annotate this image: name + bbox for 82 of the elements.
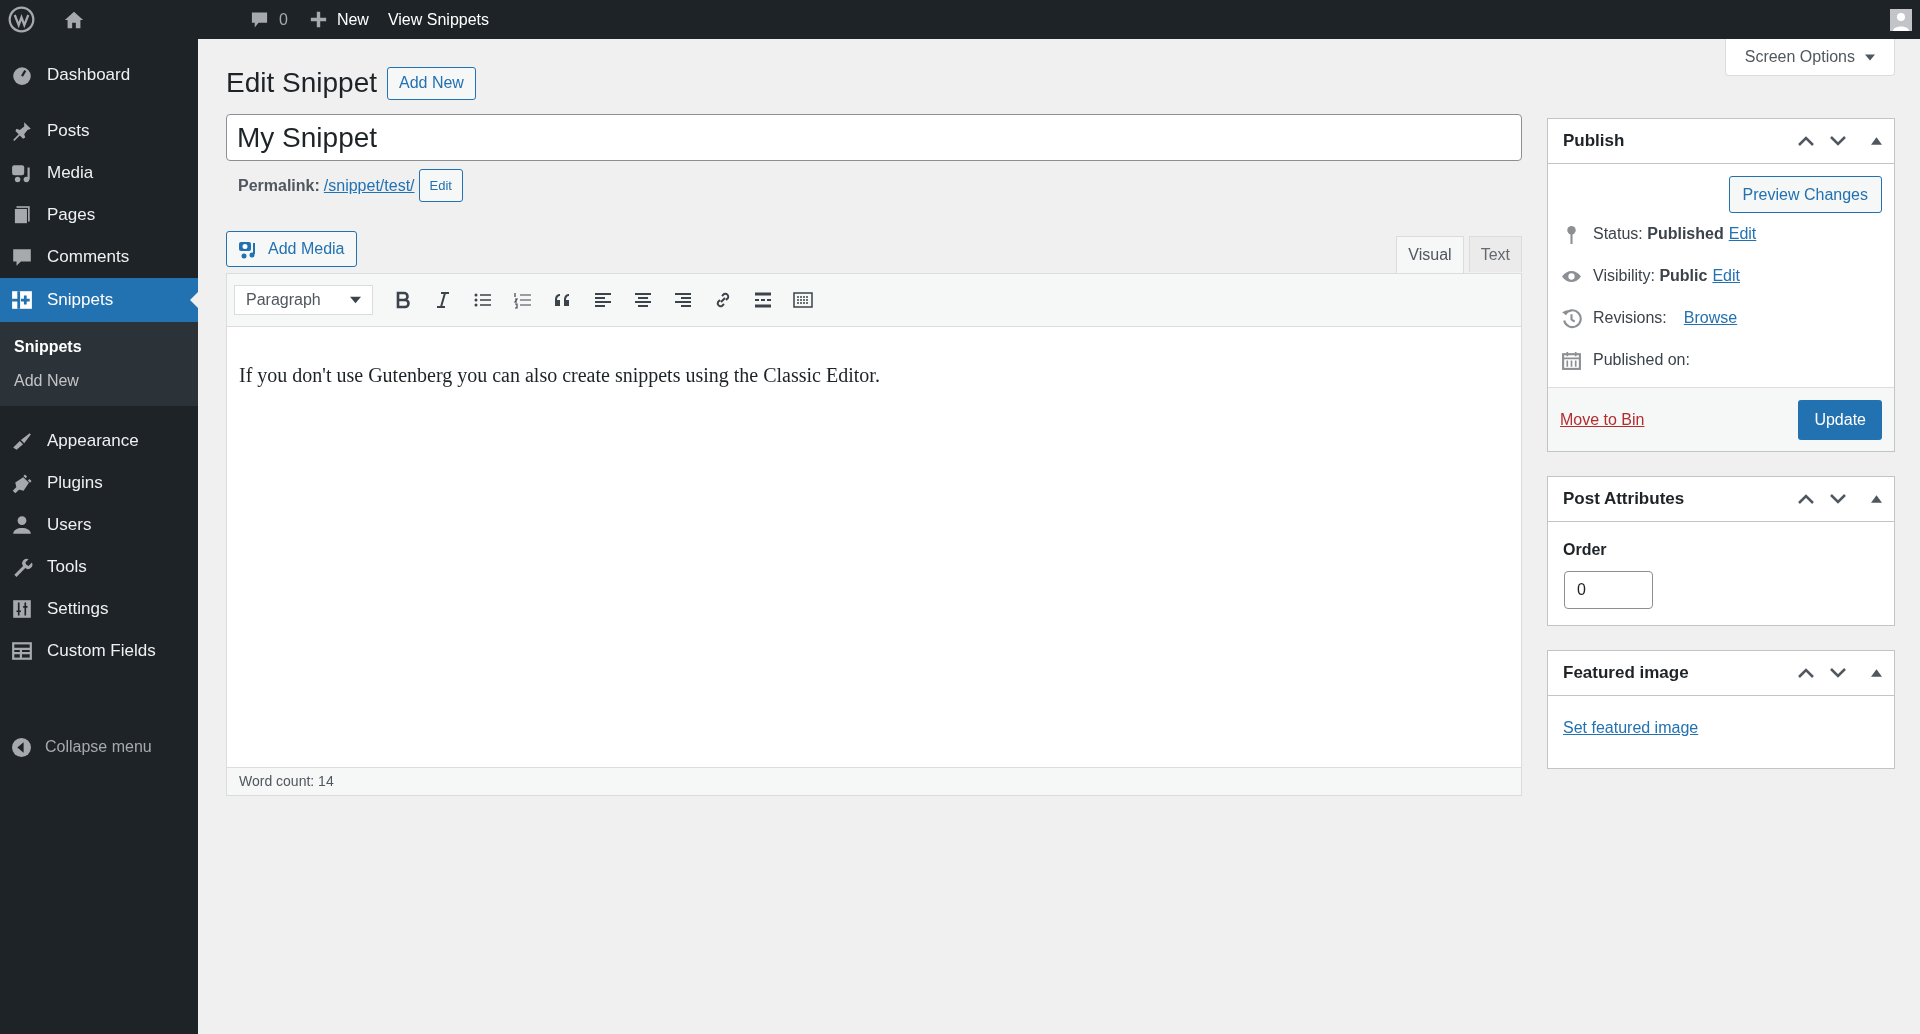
collapse-triangle-icon[interactable] <box>1871 137 1882 145</box>
sidebar-item[interactable]: Comments <box>0 236 198 278</box>
status-text: Status: Published <box>1593 224 1724 244</box>
metabox-title: Post Attributes <box>1563 488 1685 511</box>
status-text: Visibility: Public <box>1593 266 1708 286</box>
chevron-down-icon[interactable] <box>1829 135 1847 147</box>
speech-bubble-icon <box>11 246 33 268</box>
pages-icon <box>11 204 33 226</box>
numbered-list-icon <box>513 290 533 310</box>
sidebar-item[interactable]: Posts <box>0 110 198 152</box>
collapse-menu-button[interactable]: Collapse menu <box>0 730 198 764</box>
submenu-item[interactable]: Snippets <box>0 330 198 364</box>
collapse-triangle-icon[interactable] <box>1871 495 1882 503</box>
word-count: Word count: 14 <box>239 772 334 791</box>
align-center-icon <box>633 290 653 310</box>
chevron-up-icon[interactable] <box>1797 493 1815 505</box>
keyboard-icon <box>793 290 813 310</box>
permalink-edit-button[interactable]: Edit <box>418 169 463 202</box>
user-icon <box>11 514 33 536</box>
editor-tab[interactable]: Visual <box>1396 236 1464 273</box>
screen-options-button[interactable]: Screen Options <box>1724 39 1895 76</box>
chevron-up-icon[interactable] <box>1797 135 1815 147</box>
metabox-title: Publish <box>1563 130 1625 153</box>
move-to-bin-link[interactable]: Move to Bin <box>1560 407 1645 432</box>
history-icon <box>1561 307 1582 329</box>
sidebar-item[interactable]: Custom Fields <box>0 630 198 672</box>
read-more-icon <box>753 290 773 310</box>
avatar-icon[interactable] <box>1890 8 1912 31</box>
sidebar-item[interactable]: Plugins <box>0 462 198 504</box>
metabox-title: Featured image <box>1563 662 1689 685</box>
camera-music-icon <box>11 162 33 184</box>
comment-bubble-icon <box>250 9 269 30</box>
view-snippets-link[interactable]: View Snippets <box>387 7 490 32</box>
add-media-button[interactable]: Add Media <box>226 231 357 267</box>
status-text: Revisions: <box>1593 308 1667 328</box>
chevron-up-icon[interactable] <box>1797 667 1815 679</box>
new-link[interactable]: New <box>309 7 369 32</box>
dropdown-caret-icon <box>350 296 361 304</box>
sidebar-item[interactable]: Users <box>0 504 198 546</box>
page-title: Edit Snippet <box>226 66 377 100</box>
table-icon <box>11 640 33 662</box>
sidebar-item[interactable]: Media <box>0 152 198 194</box>
editor-tab[interactable]: Text <box>1468 236 1522 272</box>
chevron-down-icon[interactable] <box>1829 493 1847 505</box>
sidebar-item[interactable]: Settings <box>0 588 198 630</box>
chevron-down-icon[interactable] <box>1829 667 1847 679</box>
dropdown-caret-icon <box>1865 53 1875 61</box>
pushpin-icon <box>11 120 33 142</box>
order-field[interactable]: 0 <box>1564 571 1653 609</box>
permalink-label: Permalink: <box>238 175 320 196</box>
update-button[interactable]: Update <box>1798 399 1882 440</box>
wordpress-logo-icon[interactable] <box>8 6 35 33</box>
align-left-icon <box>593 290 613 310</box>
edit-link[interactable]: Browse <box>1683 306 1738 330</box>
collapse-triangle-icon[interactable] <box>1871 669 1882 677</box>
grid-plus-icon <box>11 289 33 311</box>
edit-link[interactable]: Edit <box>1712 264 1740 288</box>
gauge-icon <box>11 64 33 86</box>
add-new-button[interactable]: Add New <box>387 66 476 100</box>
format-select[interactable]: Paragraph <box>234 285 373 315</box>
sidebar-item[interactable]: Dashboard <box>0 54 198 96</box>
preview-changes-button[interactable]: Preview Changes <box>1728 176 1882 213</box>
paintbrush-icon <box>11 430 33 452</box>
sidebar-item[interactable]: Pages <box>0 194 198 236</box>
align-right-icon <box>673 290 693 310</box>
title-field[interactable]: My Snippet <box>226 114 1522 161</box>
comments-link[interactable]: 0 <box>250 7 288 32</box>
set-featured-image-link[interactable]: Set featured image <box>1563 719 1699 736</box>
status-text: Published on: <box>1593 350 1690 370</box>
sidebar-item[interactable]: Tools <box>0 546 198 588</box>
calendar-icon <box>1561 349 1582 371</box>
wrench-icon <box>11 556 33 578</box>
sidebar-item[interactable]: Snippets <box>0 278 198 322</box>
sidebar-item[interactable]: Appearance <box>0 420 198 462</box>
submenu-item[interactable]: Add New <box>0 364 198 398</box>
current-page-pointer <box>190 292 198 308</box>
editor-content[interactable]: If you don't use Gutenberg you can also create snippets using the Classic Editor. <box>227 327 1521 767</box>
sliders-icon <box>11 598 33 620</box>
permalink-link[interactable]: /snippet/test/ <box>323 173 415 198</box>
plus-icon <box>309 11 327 28</box>
edit-link[interactable]: Edit <box>1728 222 1757 246</box>
order-label: Order <box>1563 540 1608 560</box>
